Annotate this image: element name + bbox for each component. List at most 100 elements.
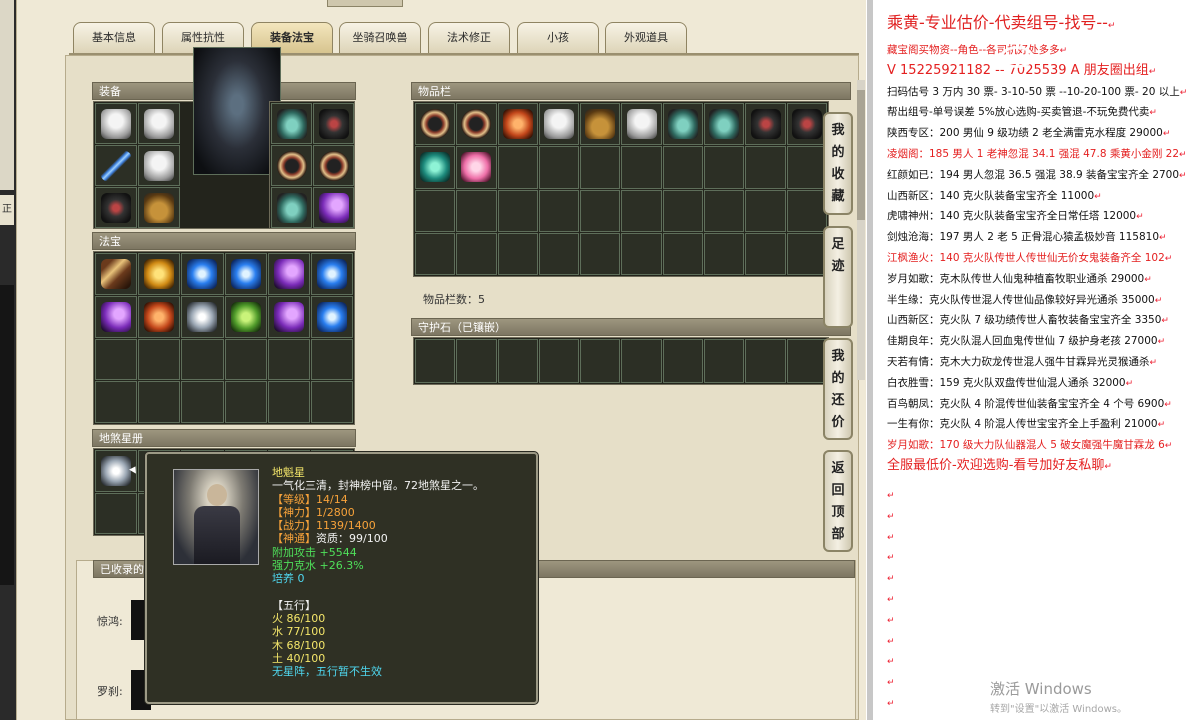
equip-slot-boots[interactable]: [138, 187, 180, 228]
treasure-slot[interactable]: [310, 253, 353, 295]
inventory-slot[interactable]: [456, 103, 497, 146]
tab-spells[interactable]: 法术修正: [428, 22, 510, 54]
inventory-slot-empty[interactable]: [497, 232, 538, 275]
treasure-slot[interactable]: [95, 253, 138, 295]
equip-slot-waist[interactable]: [271, 187, 312, 228]
equip-slot-ring-1[interactable]: [271, 145, 312, 186]
inventory-slot[interactable]: [786, 103, 827, 146]
treasure-slot[interactable]: [181, 295, 224, 338]
treasure-slot-empty[interactable]: [181, 381, 224, 423]
tab-child[interactable]: 小孩: [517, 22, 599, 54]
inventory-slot-empty[interactable]: [538, 232, 580, 275]
treasure-slot-empty[interactable]: [267, 381, 310, 423]
treasure-slot-empty[interactable]: [310, 338, 353, 381]
inventory-slot-empty[interactable]: [745, 189, 786, 232]
inventory-slot[interactable]: [704, 103, 745, 146]
equip-slot-ring-2[interactable]: [313, 145, 354, 186]
guard-stone-slot[interactable]: [662, 339, 704, 383]
equip-slot-belt[interactable]: [271, 103, 312, 144]
inventory-slot[interactable]: [497, 103, 538, 146]
guard-stone-slot[interactable]: [621, 339, 662, 383]
treasure-slot[interactable]: [267, 253, 310, 295]
inventory-slot-empty[interactable]: [621, 232, 662, 275]
inventory-slot-empty[interactable]: [662, 232, 704, 275]
equip-slot-necklace[interactable]: [95, 187, 137, 228]
treasure-slot-empty[interactable]: [95, 381, 138, 423]
tab-basic-info[interactable]: 基本信息: [73, 22, 155, 54]
guard-stone-slot[interactable]: [580, 339, 621, 383]
equip-slot-gem[interactable]: [313, 187, 354, 228]
inventory-slot-empty[interactable]: [662, 146, 704, 189]
treasure-slot-empty[interactable]: [267, 338, 310, 381]
guard-stone-slot[interactable]: [745, 339, 786, 383]
inventory-slot-empty[interactable]: [704, 232, 745, 275]
inventory-slot-empty[interactable]: [456, 232, 497, 275]
inventory-slot[interactable]: [621, 103, 662, 146]
star-card-slot[interactable]: [95, 492, 138, 534]
equip-slot-accessory[interactable]: [313, 103, 354, 144]
inventory-slot[interactable]: [580, 103, 621, 146]
inventory-slot-empty[interactable]: [497, 146, 538, 189]
treasure-slot-empty[interactable]: [138, 381, 181, 423]
equip-slot-armor[interactable]: [95, 103, 137, 144]
treasure-slot[interactable]: [181, 253, 224, 295]
inventory-slot-empty[interactable]: [415, 189, 456, 232]
treasure-slot[interactable]: [95, 295, 138, 338]
window-top-handle[interactable]: [327, 0, 403, 7]
treasure-slot-empty[interactable]: [95, 338, 138, 381]
treasure-slot-empty[interactable]: [181, 338, 224, 381]
inventory-slot-empty[interactable]: [786, 232, 827, 275]
inventory-slot[interactable]: [538, 103, 580, 146]
guard-stone-slot[interactable]: [786, 339, 827, 383]
treasure-slot[interactable]: [267, 295, 310, 338]
inventory-slot[interactable]: [415, 146, 456, 189]
my-favorites-button[interactable]: 我的收藏: [823, 112, 853, 215]
treasure-slot-empty[interactable]: [224, 338, 267, 381]
treasure-slot-empty[interactable]: [138, 338, 181, 381]
equip-slot-weapon[interactable]: [95, 145, 137, 186]
back-to-top-button[interactable]: 返回顶部: [823, 450, 853, 552]
inventory-slot-empty[interactable]: [580, 189, 621, 232]
guard-stone-slot[interactable]: [538, 339, 580, 383]
inventory-slot-empty[interactable]: [662, 189, 704, 232]
guard-stone-slot[interactable]: [415, 339, 456, 383]
treasure-slot-empty[interactable]: [224, 381, 267, 423]
inventory-slot-empty[interactable]: [786, 146, 827, 189]
equip-slot-helmet[interactable]: [138, 103, 180, 144]
inventory-slot[interactable]: [745, 103, 786, 146]
inventory-slot-empty[interactable]: [786, 189, 827, 232]
tab-appearance[interactable]: 外观道具: [605, 22, 687, 54]
treasure-slot[interactable]: [138, 295, 181, 338]
inventory-slot[interactable]: [662, 103, 704, 146]
inventory-slot-empty[interactable]: [415, 232, 456, 275]
game-scrollbar[interactable]: [857, 80, 865, 380]
treasure-slot[interactable]: [224, 253, 267, 295]
treasure-slot-empty[interactable]: [310, 381, 353, 423]
inventory-slot-empty[interactable]: [621, 146, 662, 189]
inventory-slot-empty[interactable]: [704, 189, 745, 232]
guard-stone-slot[interactable]: [497, 339, 538, 383]
guard-stone-slot[interactable]: [704, 339, 745, 383]
inventory-slot[interactable]: [415, 103, 456, 146]
my-counteroffer-button[interactable]: 我的还价: [823, 338, 853, 440]
inventory-slot-empty[interactable]: [538, 146, 580, 189]
inventory-slot-empty[interactable]: [704, 146, 745, 189]
inventory-slot-empty[interactable]: [580, 232, 621, 275]
inventory-slot-empty[interactable]: [538, 189, 580, 232]
inventory-slot-empty[interactable]: [456, 189, 497, 232]
inventory-slot-empty[interactable]: [745, 232, 786, 275]
inventory-slot-empty[interactable]: [497, 189, 538, 232]
scrollbar-thumb[interactable]: [857, 90, 865, 220]
inventory-slot-empty[interactable]: [745, 146, 786, 189]
robe-icon: [544, 109, 575, 140]
equip-slot-clothes[interactable]: [138, 145, 180, 186]
inventory-slot[interactable]: [456, 146, 497, 189]
treasure-slot[interactable]: [224, 295, 267, 338]
footprint-button[interactable]: 足迹: [823, 226, 853, 328]
treasure-slot[interactable]: [138, 253, 181, 295]
guard-stone-slot[interactable]: [456, 339, 497, 383]
inventory-slot-empty[interactable]: [621, 189, 662, 232]
inventory-slot-empty[interactable]: [580, 146, 621, 189]
treasure-slot[interactable]: [310, 295, 353, 338]
tab-mounts-pets[interactable]: 坐骑召唤兽: [339, 22, 421, 54]
